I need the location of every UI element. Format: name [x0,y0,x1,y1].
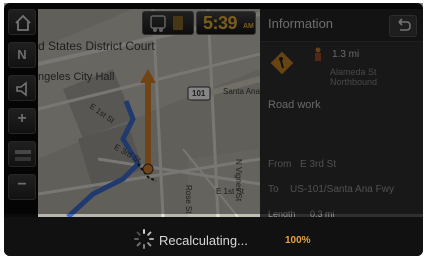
back-button[interactable] [389,15,417,37]
zoom-in-button[interactable]: + [8,108,36,134]
panel-header: Information [260,9,423,42]
scale-icon [15,150,31,161]
zoom-out-button[interactable]: − [8,174,36,200]
map-label-rose: Rose St [184,185,193,214]
event-street: Alameda St [330,67,377,77]
screen: d States District Court ngeles City Hall… [0,0,426,259]
from-value: E 3rd St [300,159,337,170]
back-icon [398,18,411,31]
map-label-city-hall: ngeles City Hall [38,71,115,83]
scale-button[interactable] [8,141,36,167]
clock-time: 5:39 [203,13,238,33]
recalculating-percent: 100% [285,235,311,246]
event-distance: 1.3 mi [332,49,360,60]
highway-shield-label: 101 [192,89,206,98]
zoom-in-label: + [17,110,27,127]
panel-title: Information [268,16,334,31]
spinner-icon [134,229,154,249]
map-control-bar: N + − [8,9,38,209]
event-type: Road work [268,99,321,111]
length-value: 0.3 mi [310,209,335,217]
event-direction: Northbound [330,77,378,87]
navigation-display: d States District Court ngeles City Hall… [4,3,423,256]
speaker-icon [16,81,27,97]
volume-button[interactable] [8,75,36,101]
home-button[interactable] [8,9,36,35]
person-icon [315,47,321,61]
map-view[interactable]: d States District Court ngeles City Hall… [38,9,260,217]
to-value: US-101/Santa Ana Fwy [290,184,394,195]
map-label-vignes: N Vignes St [234,159,243,202]
north-up-label: N [17,47,27,62]
road-work-icon [269,50,295,76]
to-label: To [268,184,279,195]
recalculating-status: Recalculating... [159,233,248,248]
zoom-out-label: − [17,176,27,193]
map-label-court: d States District Court [38,39,155,53]
home-icon [15,14,31,31]
clock-ampm: AM [243,23,254,30]
north-up-button[interactable]: N [8,42,36,68]
traffic-icon [150,15,183,32]
information-panel: Information 1.3 mi Alameda St Northbound… [260,9,423,217]
from-label: From [268,159,292,170]
status-icons[interactable] [142,11,194,35]
map-label-santa-ana: Santa Ana Fr [223,87,260,96]
length-label: Length [268,209,296,217]
clock-display: 5:39 AM [196,11,256,35]
